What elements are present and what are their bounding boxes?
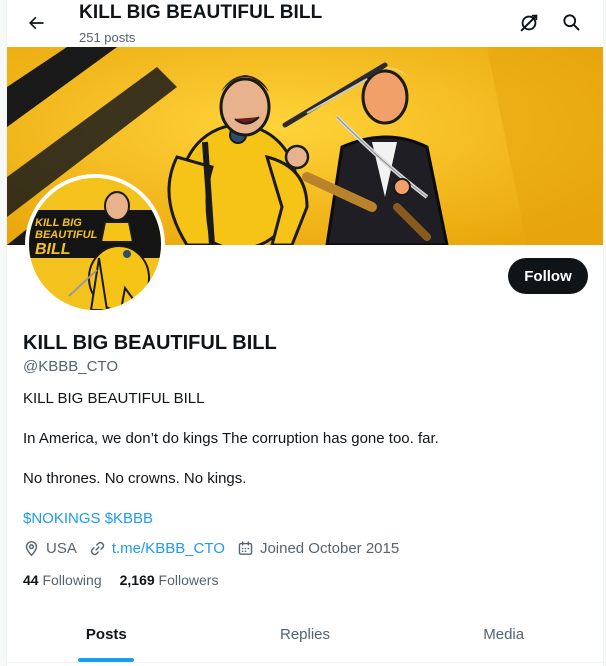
bio-line-2: In America, we don’t do kings The corrup…: [23, 430, 439, 447]
tab-media[interactable]: Media: [404, 612, 603, 662]
tab-media-label: Media: [483, 626, 525, 643]
posts-count: 251 posts: [79, 30, 136, 45]
bio-cashtags: $NOKINGS $KBBB: [23, 510, 153, 527]
search-icon: [563, 14, 580, 31]
avatar-text-line-2: BEAUTIFUL: [35, 229, 98, 241]
display-name: KILL BIG BEAUTIFUL BILL: [23, 332, 277, 354]
header-title-block: KILL BIG BEAUTIFUL BILL 251 posts: [79, 2, 322, 45]
bio-line-1: KILL BIG BEAUTIFUL BILL: [23, 390, 205, 407]
tab-replies[interactable]: Replies: [206, 612, 405, 662]
profile-meta: USA t.me/KBBB_CTO Joined October 2015: [23, 540, 411, 557]
active-tab-indicator: [78, 658, 135, 662]
grok-button[interactable]: [515, 9, 543, 37]
cashtag-nokings[interactable]: $NOKINGS: [23, 510, 101, 527]
tab-replies-label: Replies: [279, 626, 331, 643]
following-label: Following: [42, 572, 102, 588]
bio-line-3: No thrones. No crowns. No kings.: [23, 470, 247, 487]
calendar-icon: [238, 541, 253, 555]
grok-icon: [520, 14, 538, 32]
location-item: USA: [23, 540, 77, 557]
tab-posts[interactable]: Posts: [7, 612, 206, 662]
avatar-text-line-3: BILL: [35, 241, 71, 258]
follow-button[interactable]: Follow: [508, 258, 588, 294]
following-count: 44: [23, 572, 39, 588]
link-item: t.me/KBBB_CTO: [89, 540, 225, 557]
link-icon: [90, 541, 105, 556]
joined-item: Joined October 2015: [237, 540, 399, 557]
followers-label: Followers: [158, 572, 219, 588]
followers-link[interactable]: 2,169 Followers: [120, 572, 219, 588]
profile-page: KILL BIG BEAUTIFUL BILL 251 posts KILL B…: [6, 0, 604, 666]
arrow-left-icon: [29, 16, 44, 30]
user-handle: @KBBB_CTO: [23, 358, 118, 375]
header-title: KILL BIG BEAUTIFUL BILL: [79, 2, 323, 23]
location-pin-icon: [25, 541, 38, 557]
avatar-text-line-1: KILL BIG: [35, 217, 82, 229]
top-bar: KILL BIG BEAUTIFUL BILL 251 posts: [7, 0, 603, 46]
search-button[interactable]: [557, 8, 585, 36]
avatar-image: KILL BIG BEAUTIFUL BILL: [29, 178, 161, 310]
profile-tabs: Posts Replies Media: [7, 612, 603, 663]
back-button[interactable]: [21, 8, 51, 38]
avatar[interactable]: KILL BIG BEAUTIFUL BILL: [25, 174, 165, 314]
location-text: USA: [46, 540, 77, 557]
cashtag-kbbb[interactable]: $KBBB: [105, 510, 153, 527]
profile-link[interactable]: t.me/KBBB_CTO: [112, 540, 225, 557]
joined-date: Joined October 2015: [259, 540, 400, 557]
followers-count: 2,169: [119, 572, 155, 588]
following-link[interactable]: 44 Following: [23, 572, 102, 588]
follow-stats: 44 Following 2,169 Followers: [23, 572, 236, 588]
tab-posts-label: Posts: [85, 626, 127, 643]
